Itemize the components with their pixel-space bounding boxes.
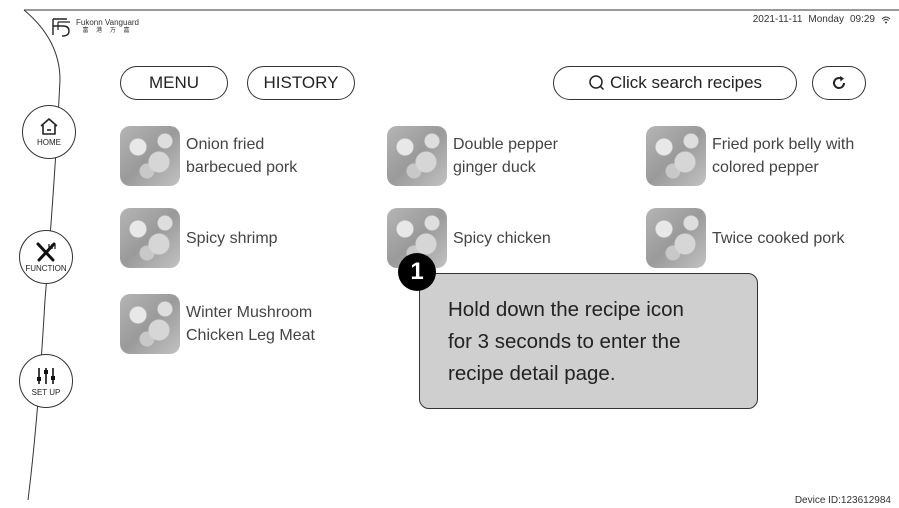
recipe-item[interactable]: Winter Mushroom Chicken Leg Meat bbox=[120, 294, 315, 354]
status-date: 2021-11-11 bbox=[752, 14, 803, 25]
recipe-name: ginger duck bbox=[453, 159, 536, 176]
recipe-name: colored pepper bbox=[712, 159, 819, 176]
menu-button[interactable]: MENU bbox=[120, 66, 228, 100]
recipe-thumbnail[interactable] bbox=[120, 294, 180, 354]
recipe-name: Spicy chicken bbox=[453, 230, 551, 247]
recipe-item[interactable]: Twice cooked pork bbox=[646, 208, 845, 268]
recipe-item[interactable]: Double pepper ginger duck bbox=[387, 126, 558, 186]
sidebar-item-setup[interactable]: SET UP bbox=[19, 354, 73, 408]
recipe-thumbnail[interactable] bbox=[387, 126, 447, 186]
recipe-thumbnail[interactable] bbox=[120, 208, 180, 268]
sidebar-item-label: SET UP bbox=[31, 387, 61, 397]
sidebar-item-home[interactable]: HOME bbox=[22, 105, 76, 159]
instruction-text: recipe detail page. bbox=[448, 362, 616, 385]
sidebar-item-label: HOME bbox=[37, 137, 61, 147]
search-recipes-button[interactable]: Click search recipes bbox=[553, 66, 797, 100]
instruction-callout: Hold down the recipe icon for 3 seconds … bbox=[419, 273, 758, 409]
history-button-label: HISTORY bbox=[263, 73, 339, 92]
recipe-item[interactable]: Fried pork belly with colored pepper bbox=[646, 126, 854, 186]
brand-logo: Fukonn Vanguard 富 港 万 嘉 bbox=[50, 16, 139, 38]
sliders-icon bbox=[37, 367, 55, 384]
recipe-thumbnail[interactable] bbox=[120, 126, 180, 186]
history-button[interactable]: HISTORY bbox=[247, 66, 355, 100]
step-number-badge: 1 bbox=[398, 253, 436, 291]
device-id: Device ID:123612984 bbox=[794, 495, 891, 506]
status-bar: 2021-11-11 Monday 09:29 bbox=[753, 14, 891, 25]
wifi-icon bbox=[881, 16, 891, 23]
recipe-name: Double pepper bbox=[453, 136, 558, 153]
recipe-thumbnail[interactable] bbox=[646, 208, 706, 268]
recipe-name: Twice cooked pork bbox=[712, 230, 845, 247]
recipe-name: Onion fried bbox=[186, 136, 265, 153]
recipe-name: barbecued pork bbox=[186, 159, 298, 176]
instruction-text: Hold down the recipe icon bbox=[448, 298, 684, 321]
refresh-button[interactable] bbox=[812, 66, 866, 100]
recipe-thumbnail[interactable] bbox=[646, 126, 706, 186]
recipe-name: Chicken Leg Meat bbox=[186, 327, 315, 344]
sidebar-item-label: FUNCTION bbox=[25, 263, 67, 273]
brand-subtitle: 富 港 万 嘉 bbox=[82, 28, 133, 34]
utensils-icon bbox=[36, 242, 56, 261]
recipe-name: Winter Mushroom bbox=[186, 304, 313, 321]
recipe-name: Spicy shrimp bbox=[186, 230, 278, 247]
search-recipes-label: Click search recipes bbox=[609, 73, 763, 92]
brand-name: Fukonn Vanguard bbox=[76, 18, 140, 27]
search-icon bbox=[589, 75, 604, 91]
refresh-icon bbox=[833, 76, 846, 89]
brand-logo-icon bbox=[52, 18, 70, 37]
sidebar-item-function[interactable]: FUNCTION bbox=[19, 230, 73, 284]
status-weekday: Monday bbox=[808, 14, 844, 25]
menu-button-label: MENU bbox=[148, 73, 200, 92]
recipe-item[interactable]: Spicy shrimp bbox=[120, 208, 278, 268]
status-time: 09:29 bbox=[849, 14, 875, 25]
instruction-text: for 3 seconds to enter the bbox=[448, 330, 681, 353]
recipe-item[interactable]: Onion fried barbecued pork bbox=[120, 126, 297, 186]
recipe-name: Fried pork belly with bbox=[712, 136, 855, 153]
home-icon bbox=[40, 117, 58, 135]
